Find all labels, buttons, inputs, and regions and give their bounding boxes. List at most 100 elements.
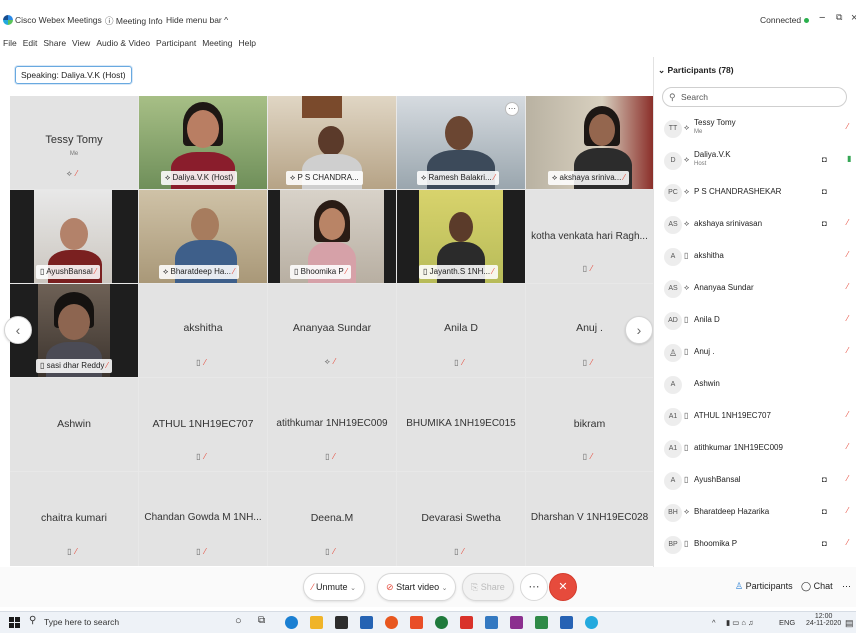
tile-dharshan-v[interactable]: Dharshan V 1NH19EC028 [526, 472, 653, 566]
next-page-button[interactable]: › [625, 316, 653, 344]
word-icon[interactable] [560, 616, 573, 629]
audio-icon: ⟡ [684, 507, 690, 516]
tile-tessy-tomy[interactable]: Tessy Tomy Me ⟡⁄ [10, 96, 138, 189]
participant-row[interactable]: A1 ▯ ATHUL 1NH19EC707 ⁄ [654, 401, 856, 433]
participant-name: P S CHANDRASHEKAR [694, 187, 782, 196]
app-icon[interactable] [460, 616, 473, 629]
language-indicator[interactable]: ENG [779, 618, 795, 627]
tile-chaitra-kumari[interactable]: chaitra kumari ▯⁄ [10, 472, 138, 566]
participant-row[interactable]: BH ⟡ Bharatdeep Hazarika ◘ ⁄ [654, 497, 856, 529]
taskbar-search-input[interactable]: Type here to search [44, 617, 119, 627]
participant-row[interactable]: ♙ ▯ Anuj . ⁄ [654, 337, 856, 369]
tile-atithkumar[interactable]: atithkumar 1NH19EC009 ▯⁄ [268, 378, 396, 471]
tile-kotha-venkata[interactable]: kotha venkata hari Ragh... ▯⁄ [526, 190, 653, 283]
tile-bhoomika-p[interactable]: ▯ Bhoomika P ⁄ [268, 190, 396, 283]
participant-row[interactable]: AS ⟡ akshaya srinivasan ◘ ⁄ [654, 209, 856, 241]
participant-row[interactable]: TT ⟡ Tessy Tomy Me ⁄ [654, 113, 856, 145]
participant-row[interactable]: A ▯ AyushBansal ◘ ⁄ [654, 465, 856, 497]
edge-icon[interactable] [285, 616, 298, 629]
tile-bharatdeep[interactable]: ⟡ Bharatdeep Ha... ⁄ [139, 190, 267, 283]
tile-daliya-vk[interactable]: ⟡ Daliya.V.K (Host) [139, 96, 267, 189]
participant-row[interactable]: A ▯ akshitha ⁄ [654, 241, 856, 273]
participant-row[interactable]: BP ▯ Bhoomika P ◘ ⁄ [654, 529, 856, 561]
avatar: AD [664, 312, 682, 330]
tile-bhumika[interactable]: BHUMIKA 1NH19EC015 [397, 378, 525, 471]
participants-icon: ♙ [735, 581, 744, 591]
share-button[interactable]: ⎘ Share [462, 573, 514, 601]
app-icon[interactable] [485, 616, 498, 629]
audio-icon: ⟡ [684, 219, 690, 228]
unmute-button[interactable]: ⁄ Unmute ⌄ [303, 573, 365, 601]
menu-audio-video[interactable]: Audio & Video [96, 38, 150, 50]
tile-name: Ananyaa Sundar [292, 322, 372, 334]
participant-row[interactable]: PC ⟡ P S CHANDRASHEKAR ◘ [654, 177, 856, 209]
webex-icon[interactable] [585, 616, 598, 629]
app-icon[interactable] [510, 616, 523, 629]
participant-row[interactable]: D ⟡ Daliya.V.K Host ◘ ▮ [654, 145, 856, 177]
mail-icon[interactable] [360, 616, 373, 629]
camera-icon: ◘ [822, 155, 827, 164]
tile-akshitha[interactable]: akshitha ▯⁄ [139, 284, 267, 377]
participants-header[interactable]: ⌄ Participants (78) [658, 65, 734, 76]
tile-ananyaa-sundar[interactable]: Ananyaa Sundar ⟡⁄ [268, 284, 396, 377]
office-icon[interactable] [410, 616, 423, 629]
restore-button[interactable]: ⧉ [836, 12, 842, 23]
clock[interactable]: 12:00 24-11-2020 [806, 613, 841, 627]
person-face [60, 218, 88, 250]
menu-meeting[interactable]: Meeting [202, 38, 232, 50]
tile-chandan-gowda[interactable]: Chandan Gowda M 1NH... ▯⁄ [139, 472, 267, 566]
chrome-icon[interactable] [435, 616, 448, 629]
app-title: Cisco Webex Meetings [15, 15, 102, 25]
chat-toggle-button[interactable]: ◯ Chat [801, 581, 833, 592]
cortana-icon[interactable]: ○ [235, 615, 242, 627]
task-view-icon[interactable]: ⧉ [258, 615, 265, 626]
tile-label: ▯ Jayanth.S 1NH... ⁄ [419, 265, 498, 279]
tile-athul[interactable]: ATHUL 1NH19EC707 ▯⁄ [139, 378, 267, 471]
participant-row[interactable]: AD ▯ Anila D ⁄ [654, 305, 856, 337]
file-explorer-icon[interactable] [310, 616, 323, 629]
prev-page-button[interactable]: ‹ [4, 316, 32, 344]
excel-icon[interactable] [535, 616, 548, 629]
more-options-button[interactable]: ⋯ [505, 102, 519, 116]
tile-ps-chandra[interactable]: ⟡ P S CHANDRA... [268, 96, 396, 189]
tile-deena-m[interactable]: Deena.M ▯⁄ [268, 472, 396, 566]
tile-ayushbansal[interactable]: ▯ AyushBansal ⁄ [10, 190, 138, 283]
hide-menu-bar-button[interactable]: Hide menu bar ^ [166, 15, 228, 25]
phone-icon: ▯ [684, 315, 689, 324]
tile-name: Deena.M [310, 512, 354, 524]
close-button[interactable]: × [851, 12, 856, 24]
menu-participant[interactable]: Participant [156, 38, 196, 50]
participant-row[interactable]: AS ⟡ Ananyaa Sundar ⁄ [654, 273, 856, 305]
participant-row[interactable]: A1 ▯ atithkumar 1NH19EC009 ⁄ [654, 433, 856, 465]
more-options-button[interactable]: ⋯ [520, 573, 548, 601]
panel-more-button[interactable]: ⋯ [842, 581, 851, 592]
tile-jayanth[interactable]: ▯ Jayanth.S 1NH... ⁄ [397, 190, 525, 283]
participant-row[interactable]: A Ashwin [654, 369, 856, 401]
tile-anila-d[interactable]: Anila D ▯⁄ [397, 284, 525, 377]
tile-devarasi-swetha[interactable]: Devarasi Swetha ▯⁄ [397, 472, 525, 566]
tile-label: ⟡ Bharatdeep Ha... ⁄ [159, 265, 239, 279]
store-icon[interactable] [335, 616, 348, 629]
meeting-info-button[interactable]: ⓘ Meeting Info [105, 15, 163, 27]
tray-chevron-icon[interactable]: ^ [712, 618, 716, 627]
tile-ramesh-balakri[interactable]: ⋯ ⟡ Ramesh Balakri... ⁄ [397, 96, 525, 189]
menu-view[interactable]: View [72, 38, 90, 50]
tile-bikram[interactable]: bikram ▯⁄ [526, 378, 653, 471]
firefox-icon[interactable] [385, 616, 398, 629]
menu-help[interactable]: Help [238, 38, 255, 50]
participant-search-input[interactable]: ⚲ Search [662, 87, 847, 107]
participants-toggle-button[interactable]: ♙ Participants [735, 581, 793, 592]
audio-icon: ⟡ [684, 123, 690, 132]
tile-ashwin[interactable]: Ashwin [10, 378, 138, 471]
avatar: A1 [664, 440, 682, 458]
leave-meeting-button[interactable]: ✕ [549, 573, 577, 601]
start-video-button[interactable]: ⊘ Start video ⌄ [377, 573, 457, 601]
notifications-icon[interactable]: ▤ [845, 618, 854, 629]
menu-edit[interactable]: Edit [23, 38, 38, 50]
menu-share[interactable]: Share [43, 38, 66, 50]
menu-file[interactable]: File [3, 38, 17, 50]
tile-akshaya-sriniva[interactable]: ⟡ akshaya sriniva... ⁄ [526, 96, 653, 189]
tile-name: Chandan Gowda M 1NH... [144, 512, 262, 523]
windows-start-icon[interactable] [9, 617, 20, 628]
minimize-button[interactable]: − [819, 12, 825, 24]
